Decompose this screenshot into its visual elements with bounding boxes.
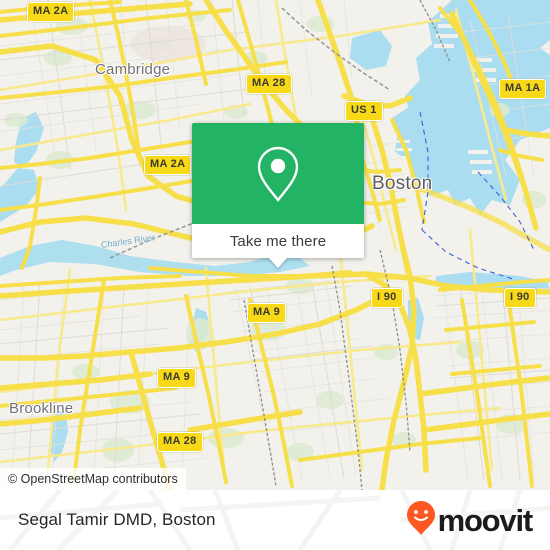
popup-green-panel bbox=[192, 123, 364, 224]
page-title: Segal Tamir DMD, Boston bbox=[18, 510, 216, 529]
highway-shield-ma-28-top: MA 28 bbox=[246, 74, 292, 94]
highway-shield-ma-9-lower: MA 9 bbox=[157, 368, 197, 388]
location-pin-icon bbox=[255, 145, 301, 203]
map-page: .w { fill:#a9ddef; } .grn { fill:#dcead0… bbox=[0, 0, 550, 550]
highway-shield-ma-9-center: MA 9 bbox=[247, 303, 287, 323]
highway-shield-ma-28-lower: MA 28 bbox=[157, 432, 203, 452]
popup-pointer-tail bbox=[268, 257, 288, 268]
highway-shield-ma-2a-top: MA 2A bbox=[27, 2, 75, 22]
page-footer: Segal Tamir DMD, Boston moovit bbox=[0, 490, 550, 550]
highway-shield-us-1: US 1 bbox=[345, 101, 383, 121]
take-me-there-label: Take me there bbox=[229, 232, 327, 250]
moovit-wordmark: moovit bbox=[437, 502, 534, 538]
map-canvas[interactable]: .w { fill:#a9ddef; } .grn { fill:#dcead0… bbox=[0, 0, 550, 490]
highway-shield-ma-2a-mid: MA 2A bbox=[144, 155, 192, 175]
location-popup-card[interactable]: Take me there bbox=[192, 123, 364, 268]
highway-shield-i-90-center: I 90 bbox=[371, 288, 403, 308]
attribution-text: © OpenStreetMap contributors bbox=[8, 472, 178, 486]
moovit-smiley-pin-icon bbox=[406, 500, 436, 541]
moovit-logo[interactable]: moovit bbox=[406, 500, 534, 541]
highway-shield-ma-1a: MA 1A bbox=[499, 79, 547, 99]
map-attribution[interactable]: © OpenStreetMap contributors bbox=[0, 468, 186, 490]
highway-shield-i-90-right: I 90 bbox=[504, 288, 536, 308]
take-me-there-button[interactable]: Take me there bbox=[192, 224, 364, 268]
